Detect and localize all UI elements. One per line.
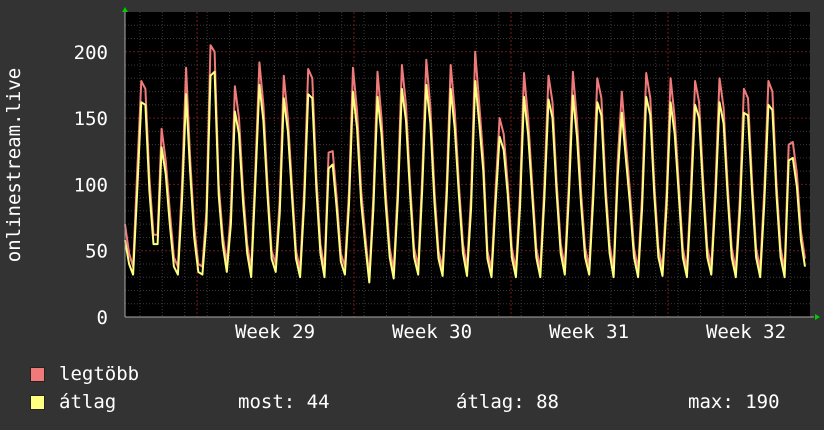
- legend-swatch-avg: [30, 394, 45, 410]
- y-tick-label: 100: [74, 174, 108, 196]
- stat-now: most: 44: [238, 391, 330, 413]
- legend-item-max: legtöbb: [30, 363, 139, 385]
- legend-swatch-max: [30, 366, 45, 382]
- x-tick-label: Week 31: [549, 321, 629, 343]
- legend-item-avg: átlag: [30, 391, 116, 413]
- y-tick-label: 50: [85, 241, 108, 263]
- legend-label-avg: átlag: [59, 391, 117, 413]
- x-tick-label: Week 29: [235, 321, 315, 343]
- x-tick-label: Week 32: [706, 321, 786, 343]
- x-axis-arrow: [815, 314, 820, 320]
- y-tick-label: 0: [97, 307, 108, 329]
- stat-max: max: 190: [688, 391, 780, 413]
- x-tick-label: Week 30: [392, 321, 472, 343]
- stat-average: átlag: 88: [456, 391, 559, 413]
- y-tick-label: 150: [74, 108, 108, 130]
- chart: 0 50 100 150 200 Week 29 Week 30 Week 31 Week 3…: [3, 7, 820, 343]
- legend-label-max: legtöbb: [59, 363, 140, 385]
- y-axis-arrow: [122, 7, 128, 12]
- y-tick-label: 200: [74, 42, 108, 64]
- y-tick-labels: 0 50 100 150 200: [74, 42, 108, 329]
- x-tick-labels: Week 29 Week 30 Week 31 Week 32: [235, 321, 786, 343]
- y-axis-label: onlinestream.live: [3, 68, 25, 262]
